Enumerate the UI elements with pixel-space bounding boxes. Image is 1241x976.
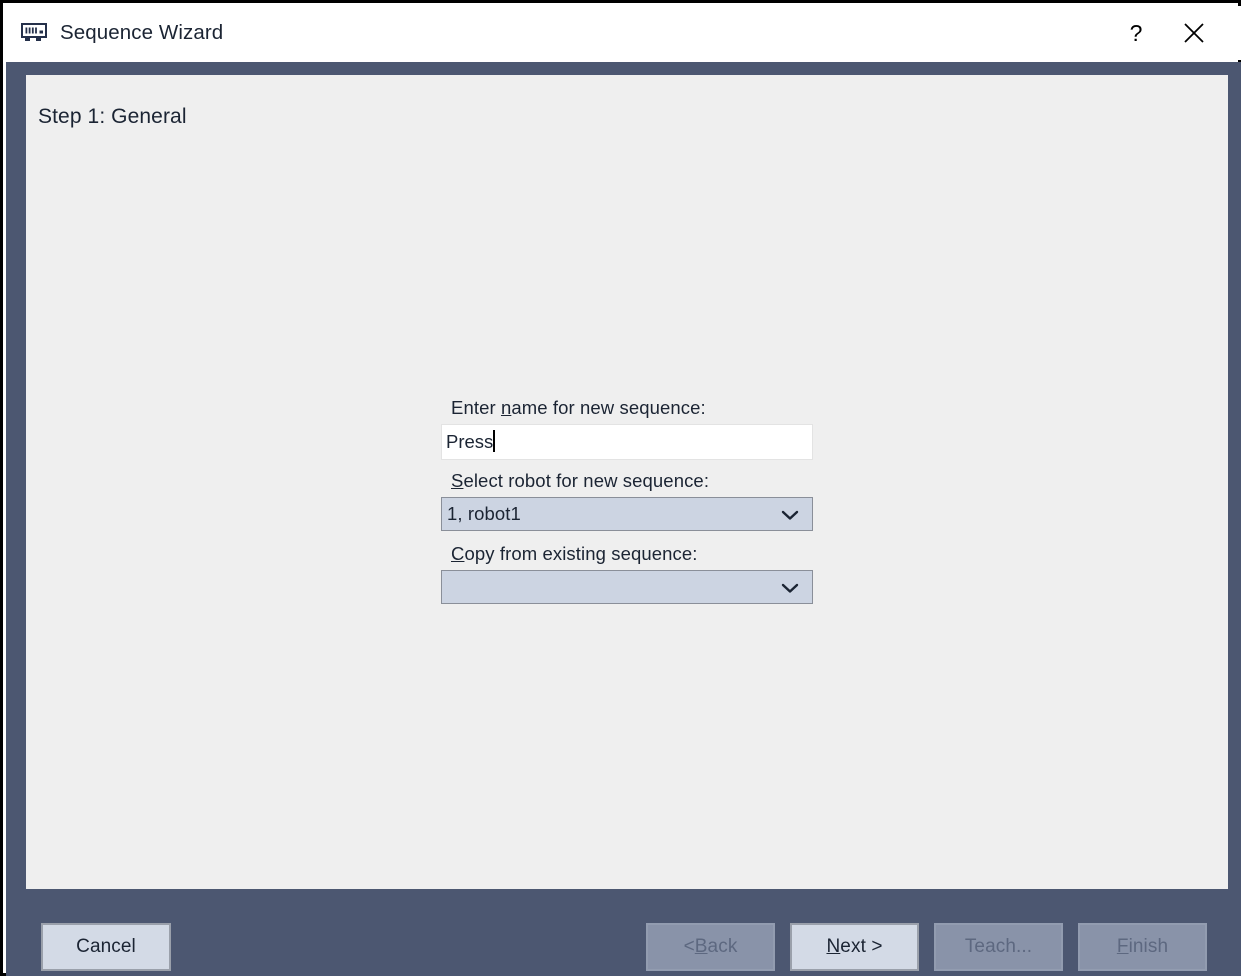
sequence-name-input[interactable]: Press <box>441 424 813 460</box>
edge-notch <box>6 300 9 303</box>
name-label-before: Enter <box>451 397 501 418</box>
copy-label-after: opy from existing sequence: <box>464 543 697 564</box>
next-label-after: ext > <box>840 936 882 958</box>
spacer <box>441 460 821 470</box>
cancel-button[interactable]: Cancel <box>41 923 171 971</box>
teach-button[interactable]: Teach... <box>934 923 1063 971</box>
next-label-accel: N <box>826 936 840 958</box>
content-panel: Step 1: General Enter name for new seque… <box>26 75 1228 889</box>
sequence-wizard-window: Sequence Wizard ? Step 1: General Enter … <box>0 0 1241 976</box>
close-button[interactable] <box>1165 7 1223 59</box>
back-label-after: ack <box>708 936 738 958</box>
text-caret <box>493 430 495 452</box>
edge-notch <box>6 558 9 561</box>
sequence-name-value: Press <box>446 431 493 452</box>
next-button[interactable]: Next > <box>790 923 919 971</box>
name-label-after: ame for new sequence: <box>511 397 705 418</box>
name-label-accel: n <box>501 397 511 418</box>
finish-label-after: inish <box>1129 936 1169 958</box>
teach-button-label: Teach... <box>965 936 1032 958</box>
title-bar: Sequence Wizard ? <box>6 6 1241 60</box>
robot-select[interactable]: 1, robot1 <box>441 497 813 531</box>
chevron-down-icon <box>780 508 800 520</box>
window-title: Sequence Wizard <box>60 21 223 45</box>
copy-sequence-select[interactable] <box>441 570 813 604</box>
copy-field-label: Copy from existing sequence: <box>451 543 821 565</box>
name-field-label: Enter name for new sequence: <box>451 397 821 419</box>
robot-select-value: 1, robot1 <box>442 503 521 525</box>
back-button[interactable]: < Back <box>646 923 775 971</box>
cancel-button-label: Cancel <box>76 936 136 958</box>
wizard-footer: Cancel < Back Next > Teach... Finish <box>6 902 1241 976</box>
finish-button[interactable]: Finish <box>1078 923 1207 971</box>
close-icon <box>1183 22 1205 44</box>
back-label-before: < <box>684 936 695 958</box>
finish-label-accel: F <box>1117 936 1129 958</box>
memory-module-icon <box>21 22 47 44</box>
question-mark-icon: ? <box>1130 22 1143 45</box>
wizard-form: Enter name for new sequence: Press Selec… <box>441 397 821 604</box>
wizard-frame: Step 1: General Enter name for new seque… <box>6 62 1241 976</box>
robot-field-label: Select robot for new sequence: <box>451 470 821 492</box>
robot-label-accel: S <box>451 470 463 491</box>
back-label-accel: B <box>695 936 708 958</box>
spacer <box>441 531 821 543</box>
chevron-down-icon <box>780 581 800 593</box>
copy-label-accel: C <box>451 543 464 564</box>
page-title: Step 1: General <box>38 105 187 129</box>
robot-label-after: elect robot for new sequence: <box>463 470 709 491</box>
help-button[interactable]: ? <box>1107 7 1165 59</box>
